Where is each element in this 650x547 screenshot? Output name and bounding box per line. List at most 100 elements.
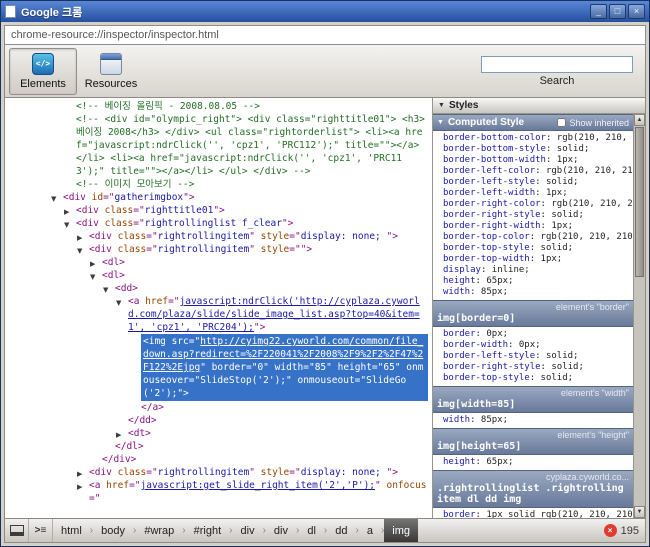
show-inherited-checkbox[interactable] [557, 118, 567, 127]
css-property-value: : solid; [529, 373, 574, 383]
dom-tree-node[interactable]: ▼ <div class="rightrollinglist f_clear"> [5, 217, 432, 230]
dom-tree-node[interactable]: ▶ <div class="rightrollingitem" style="di… [5, 230, 432, 243]
css-property-value: : rgb(210, 210, 210); [540, 199, 633, 209]
address-bar[interactable]: chrome-resource://inspector/inspector.ht… [4, 25, 646, 45]
css-property-name: border-left-width [443, 188, 536, 198]
rule-header[interactable]: element's "width" img[width=85] [433, 386, 633, 413]
css-property[interactable]: height: 65px; [433, 276, 633, 287]
sidebar-scrollbar[interactable]: ▲ ▼ [633, 114, 645, 518]
crumb-html[interactable]: html [53, 519, 90, 542]
computed-style-header[interactable]: ▼ Computed Style Show inherited [433, 114, 633, 131]
crumb-div[interactable]: div [233, 519, 263, 542]
dom-tree-node[interactable]: ▼ <div class="rightrollingitem" style=""> [5, 243, 432, 256]
scrollbar-track[interactable] [634, 278, 645, 506]
dom-tree-node[interactable]: <img src="http://cyimg22.cyworld.com/com… [5, 334, 432, 401]
css-property[interactable]: border-right-style: solid; [433, 362, 633, 373]
css-property[interactable]: border-left-style: solid; [433, 177, 633, 188]
css-property[interactable]: border-width: 0px; [433, 340, 633, 351]
node-text: <div id="gatherimgbox"> [63, 192, 195, 203]
css-property-value: : 1px; [545, 155, 579, 165]
dom-tree-node[interactable]: <!-- 이미지 모아보기 --> [5, 178, 432, 191]
css-property[interactable]: border-right-style: solid; [433, 210, 633, 221]
css-property[interactable]: border-top-color: rgb(210, 210, 210); [433, 232, 633, 243]
dom-tree-node[interactable]: ▶ <dl> [5, 256, 432, 269]
search-input[interactable] [481, 55, 633, 73]
dom-tree-node[interactable]: </dd> [5, 414, 432, 427]
styles-pane-body: ▼ Computed Style Show inherited border-b… [433, 114, 645, 518]
dom-tree-node[interactable]: <!-- <div id="olympic_right"> <div class… [5, 113, 432, 178]
css-property[interactable]: display: inline; [433, 265, 633, 276]
rule-selector: img[height=65] [437, 441, 522, 452]
close-button[interactable]: × [628, 4, 645, 19]
dom-tree-node[interactable]: ▼ <dl> [5, 269, 432, 282]
dom-tree-node[interactable]: ▶ <dt> [5, 427, 432, 440]
rule-header[interactable]: element's "height" img[height=65] [433, 428, 633, 455]
node-text: <dt> [128, 428, 151, 439]
css-property-name: border-top-color [443, 232, 530, 242]
css-property[interactable]: border-top-style: solid; [433, 243, 633, 254]
node-text: </div> [102, 454, 137, 465]
crumb-img[interactable]: img [384, 519, 419, 542]
rule-properties: width: 85px; [433, 413, 633, 428]
search-box: Search [481, 55, 641, 87]
minimize-button[interactable]: _ [590, 4, 607, 19]
styles-pane-header[interactable]: ▼ Styles [433, 98, 645, 114]
dom-tree-node[interactable]: ▶ <div class="righttitle01"> [5, 204, 432, 217]
toolbar-button-label: Elements [20, 77, 66, 90]
scroll-up-icon[interactable]: ▲ [634, 114, 645, 126]
css-property[interactable]: border-right-color: rgb(210, 210, 210); [433, 199, 633, 210]
search-label: Search [539, 74, 575, 87]
console-button[interactable]: >≡ [29, 519, 53, 542]
dom-tree-node[interactable]: ▶ <a href="javascript:get_slide_right_ite… [5, 479, 432, 505]
css-property[interactable]: border-right-width: 1px; [433, 221, 633, 232]
crumb-wrap[interactable]: #wrap [136, 519, 182, 542]
crumb-body[interactable]: body [93, 519, 133, 542]
maximize-button[interactable]: □ [609, 4, 626, 19]
css-property[interactable]: border: 1px solid rgb(210, 210, 210); [433, 510, 633, 518]
crumb-dl[interactable]: dl [299, 519, 324, 542]
dock-button[interactable] [5, 519, 29, 542]
show-inherited-control: Show inherited [557, 118, 629, 128]
collapse-arrow-icon[interactable]: ▼ [116, 297, 121, 310]
style-rule: element's "border" img[border=0] border: 0… [433, 300, 633, 386]
scroll-down-icon[interactable]: ▼ [634, 506, 645, 518]
css-property[interactable]: width: 85px; [433, 415, 633, 426]
css-property[interactable]: border: 0px; [433, 329, 633, 340]
css-property[interactable]: border-bottom-width: 1px; [433, 155, 633, 166]
css-property-value: : rgb(210, 210, 210); [545, 133, 633, 143]
css-property[interactable]: border-left-color: rgb(210, 210, 210); [433, 166, 633, 177]
rule-header[interactable]: element's "border" img[border=0] [433, 300, 633, 327]
css-property[interactable]: border-left-style: solid; [433, 351, 633, 362]
crumb-div[interactable]: div [266, 519, 296, 542]
dom-tree-node[interactable]: </dl> [5, 440, 432, 453]
toolbar: </> Elements Resources Search [4, 45, 646, 98]
css-property[interactable]: border-bottom-style: solid; [433, 144, 633, 155]
dom-tree-node[interactable]: ▶ <div class="rightrollingitem" style="di… [5, 466, 432, 479]
dom-tree-node[interactable]: </div> [5, 453, 432, 466]
toolbar-button-elements[interactable]: </> Elements [9, 47, 77, 95]
elements-icon: </> [32, 52, 54, 75]
rule-header[interactable]: cyplaza.cyworld.co... .rightrollinglist .… [433, 470, 633, 508]
css-property[interactable]: height: 65px; [433, 457, 633, 468]
dom-tree-node[interactable]: </a> [5, 401, 432, 414]
crumb-a[interactable]: a [359, 519, 381, 542]
css-property[interactable]: width: 85px; [433, 287, 633, 298]
scrollbar-thumb[interactable] [635, 127, 644, 277]
dom-tree-node[interactable]: ▼ <dd> [5, 282, 432, 295]
css-property-value: : 1px; [529, 254, 563, 264]
dom-tree-node[interactable]: ▼ <a href="javascript:ndrClick('http://cy… [5, 295, 432, 334]
crumb-right[interactable]: #right [186, 519, 230, 542]
show-inherited-label: Show inherited [569, 117, 629, 128]
dom-tree-node[interactable]: ▼ <div id="gatherimgbox"> [5, 191, 432, 204]
expand-arrow-icon[interactable]: ▶ [77, 481, 82, 494]
css-property[interactable]: border-top-width: 1px; [433, 254, 633, 265]
crumb-dd[interactable]: dd [327, 519, 355, 542]
css-property-name: border-right-style [443, 210, 541, 220]
css-property-value: : 1px; [540, 221, 574, 231]
error-badge[interactable]: × 195 [598, 524, 645, 537]
css-property[interactable]: border-bottom-color: rgb(210, 210, 210); [433, 133, 633, 144]
css-property[interactable]: border-top-style: solid; [433, 373, 633, 384]
css-property[interactable]: border-left-width: 1px; [433, 188, 633, 199]
toolbar-button-resources[interactable]: Resources [77, 48, 145, 95]
dom-tree-node[interactable]: <!-- 베이징 올림픽 - 2008.08.05 --> [5, 100, 432, 113]
